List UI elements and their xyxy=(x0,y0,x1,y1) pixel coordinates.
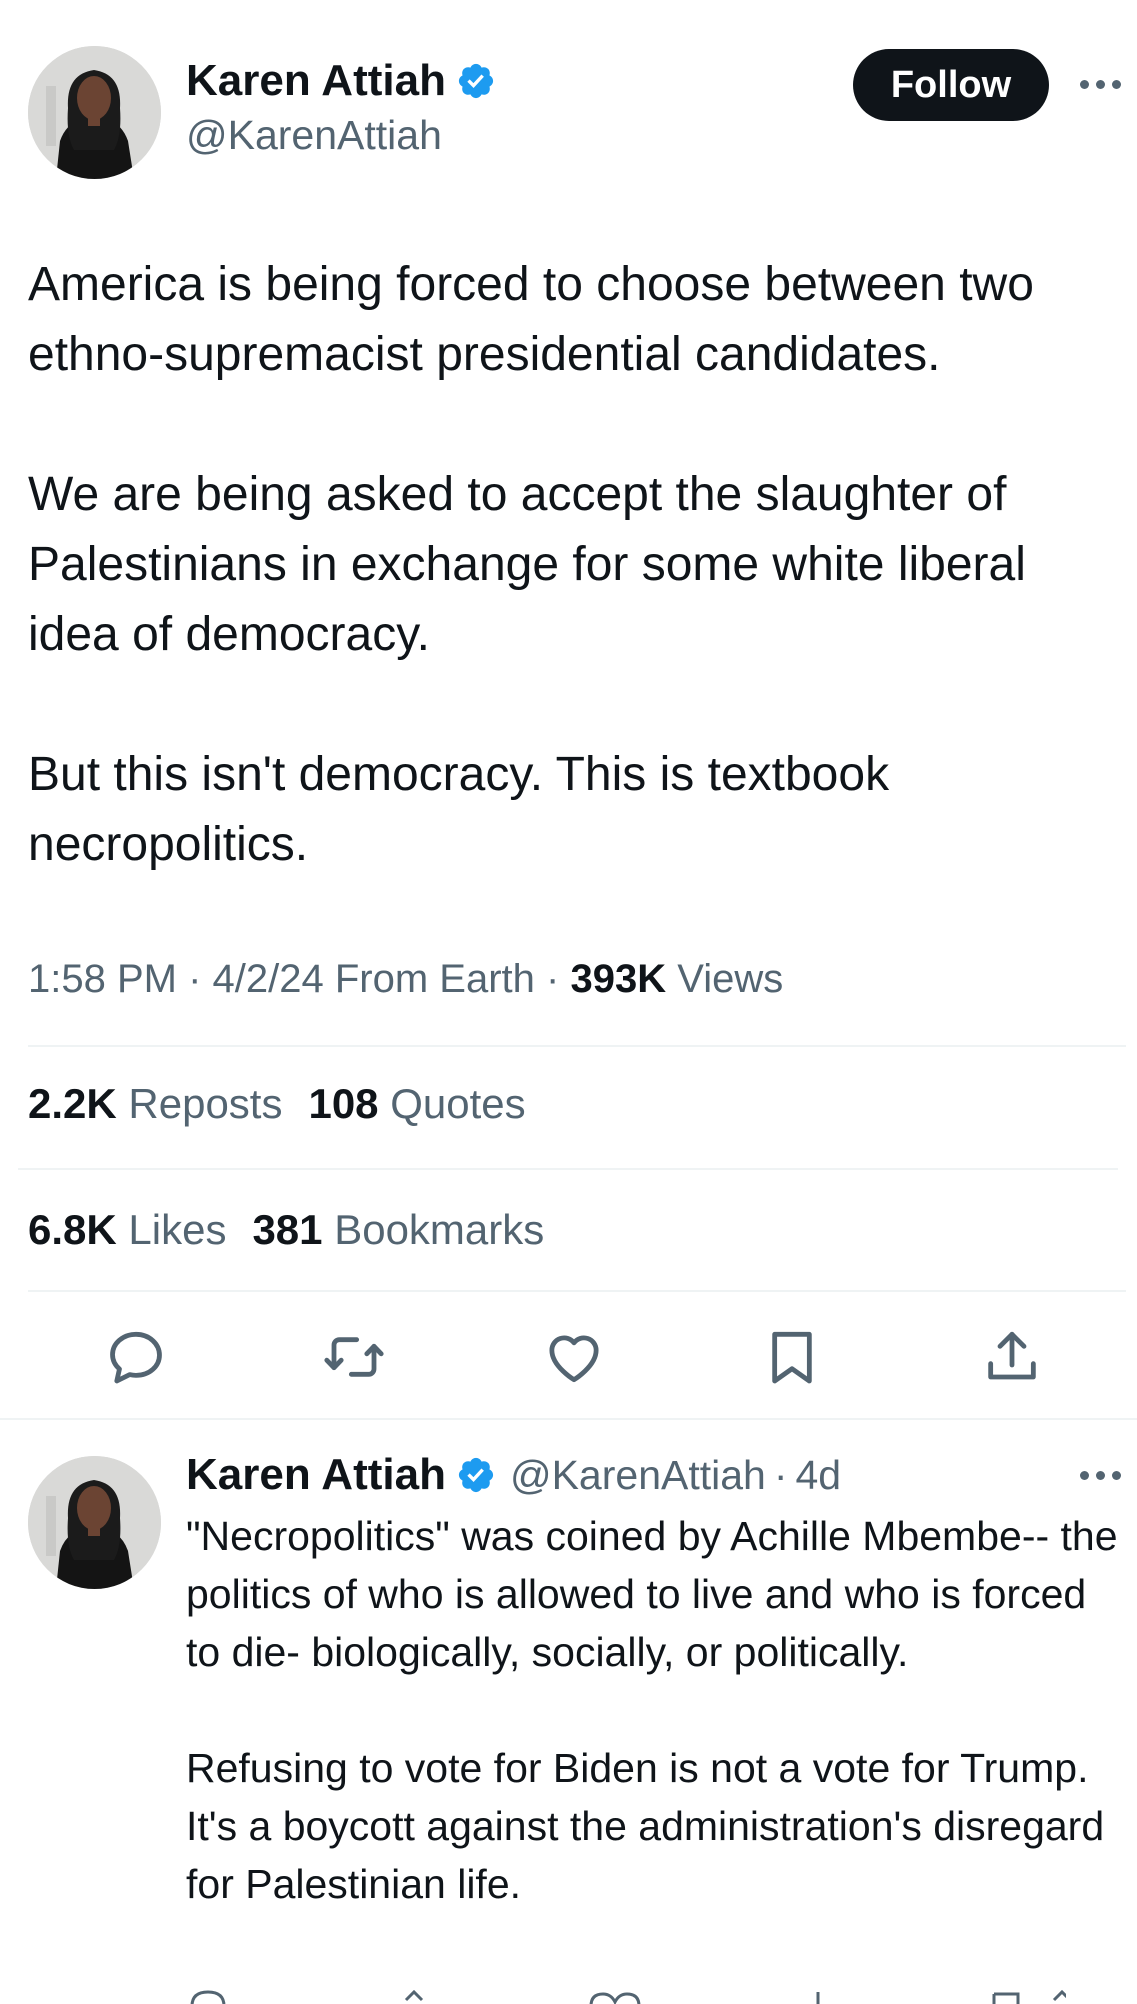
reply-age[interactable]: 4d xyxy=(796,1452,842,1499)
reply-text: "Necropolitics" was coined by Achille Mb… xyxy=(186,1507,1126,1913)
verified-badge-icon xyxy=(456,61,496,101)
author-name-row: Karen Attiah xyxy=(186,56,496,106)
avatar-photo xyxy=(28,46,161,179)
reply-header: Karen Attiah @KarenAttiah · 4d xyxy=(186,1450,841,1500)
author-name[interactable]: Karen Attiah xyxy=(186,56,446,106)
like-icon[interactable] xyxy=(542,1325,606,1389)
reply-author-name[interactable]: Karen Attiah xyxy=(186,1450,446,1500)
reply-author-handle[interactable]: @KarenAttiah xyxy=(510,1452,766,1499)
reposts-stat[interactable]: 2.2K Reposts xyxy=(28,1080,282,1128)
stats-row-reposts: 2.2K Reposts 108 Quotes xyxy=(28,1080,526,1128)
avatar-photo xyxy=(28,1456,161,1589)
meta-separator: · xyxy=(188,957,213,1001)
divider xyxy=(28,1045,1126,1047)
tweet-text: America is being forced to choose betwee… xyxy=(28,250,1118,880)
reply-paragraph: "Necropolitics" was coined by Achille Mb… xyxy=(186,1513,1118,1675)
tweet-paragraph: America is being forced to choose betwee… xyxy=(28,258,1034,381)
divider xyxy=(18,1168,1118,1170)
likes-label: Likes xyxy=(128,1206,227,1253)
divider xyxy=(28,1290,1126,1292)
likes-stat[interactable]: 6.8K Likes xyxy=(28,1206,226,1254)
bookmarks-count: 381 xyxy=(252,1206,323,1253)
tweet-paragraph: We are being asked to accept the slaught… xyxy=(28,468,1026,661)
tweet-meta: 1:58 PM · 4/2/24 From Earth · 393K Views xyxy=(28,957,783,1002)
reposts-count: 2.2K xyxy=(28,1080,117,1127)
share-icon[interactable] xyxy=(980,1325,1044,1389)
quotes-label: Quotes xyxy=(390,1080,526,1127)
quotes-count: 108 xyxy=(308,1080,379,1127)
tweet-paragraph: But this isn't democracy. This is textbo… xyxy=(28,748,890,871)
reply-action-icons-peek xyxy=(190,1989,1072,2004)
bookmarks-stat[interactable]: 381 Bookmarks xyxy=(252,1206,544,1254)
stats-row-likes: 6.8K Likes 381 Bookmarks xyxy=(28,1206,544,1254)
author-avatar[interactable] xyxy=(28,46,161,179)
reply-action-bar xyxy=(186,1988,1072,2004)
reply-paragraph: Refusing to vote for Biden is not a vote… xyxy=(186,1745,1105,1907)
bookmark-icon[interactable] xyxy=(760,1325,824,1389)
likes-count: 6.8K xyxy=(28,1206,117,1253)
divider xyxy=(0,1418,1137,1420)
quotes-stat[interactable]: 108 Quotes xyxy=(308,1080,525,1128)
verified-badge-icon xyxy=(456,1455,496,1495)
reply-icon[interactable] xyxy=(104,1325,168,1389)
meta-separator: · xyxy=(546,957,571,1001)
more-options-icon[interactable] xyxy=(1080,80,1121,89)
bookmarks-label: Bookmarks xyxy=(334,1206,545,1253)
views-label[interactable]: Views xyxy=(677,957,783,1001)
repost-icon[interactable] xyxy=(322,1325,386,1389)
tweet-location: From Earth xyxy=(334,957,535,1001)
tweet-time[interactable]: 1:58 PM xyxy=(28,957,177,1001)
follow-button[interactable]: Follow xyxy=(853,49,1049,121)
author-handle[interactable]: @KarenAttiah xyxy=(186,112,442,159)
reposts-label: Reposts xyxy=(128,1080,283,1127)
reply-author-avatar[interactable] xyxy=(28,1456,161,1589)
views-count[interactable]: 393K xyxy=(570,957,666,1001)
meta-separator: · xyxy=(773,1451,788,1498)
tweet-date[interactable]: 4/2/24 xyxy=(213,957,324,1001)
reply-more-options-icon[interactable] xyxy=(1080,1471,1121,1480)
